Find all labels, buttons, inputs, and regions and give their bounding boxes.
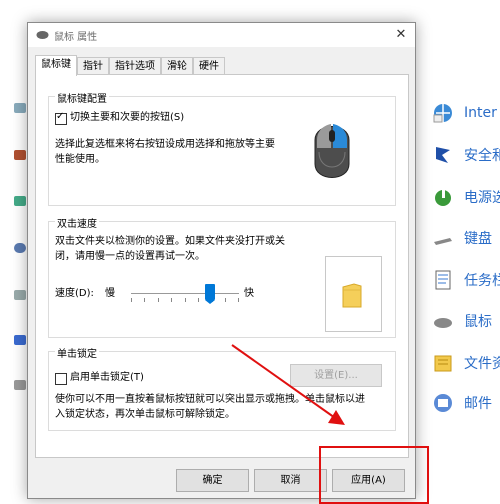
annotation-highlight-box (319, 446, 429, 504)
tab-buttons[interactable]: 鼠标键 (35, 55, 77, 76)
annotation-arrowhead (328, 410, 345, 425)
annotation-arrow (231, 344, 339, 421)
